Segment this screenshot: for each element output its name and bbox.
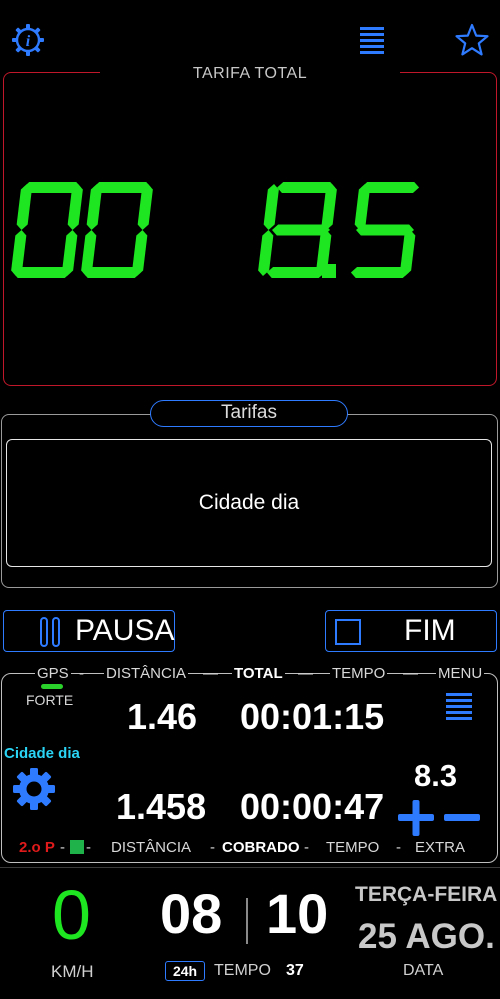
gps-label: GPS bbox=[35, 665, 71, 682]
fare-digit-1-seg-f bbox=[86, 184, 102, 230]
fare-digit-4-seg-d bbox=[266, 267, 325, 278]
top-dash-4: — bbox=[403, 665, 418, 682]
second-p-indicator bbox=[70, 840, 84, 854]
fare-digit-4-seg-g bbox=[272, 224, 330, 236]
date: 25 AGO. bbox=[358, 917, 495, 956]
gps-signal-bar bbox=[41, 684, 63, 689]
extra-label: EXTRA bbox=[413, 839, 468, 856]
end-button[interactable]: FIM bbox=[325, 610, 497, 652]
fare-digit-6-seg-f bbox=[354, 184, 370, 230]
star-icon[interactable] bbox=[454, 22, 490, 58]
bottom-time-label: TEMPO bbox=[324, 839, 382, 856]
fare-display bbox=[11, 182, 420, 278]
clock-hour: 08 bbox=[160, 882, 223, 945]
time-label: TEMPO bbox=[214, 962, 271, 979]
fare-decimal-point bbox=[322, 264, 336, 278]
total-label: TOTAL bbox=[232, 665, 285, 682]
clock-separator bbox=[246, 898, 248, 944]
total-distance: 1.46 bbox=[127, 696, 198, 737]
stop-icon bbox=[335, 619, 361, 645]
tariff-name: Cidade dia bbox=[4, 745, 80, 762]
svg-text:i: i bbox=[26, 33, 31, 50]
speed-value: 0 bbox=[52, 876, 91, 954]
settings-gear-icon[interactable] bbox=[12, 767, 56, 811]
weekday: TERÇA-FEIRA bbox=[355, 883, 498, 906]
tariff-selector[interactable]: Cidade dia bbox=[6, 439, 492, 567]
minus-icon[interactable] bbox=[444, 800, 480, 836]
tariffs-title: Tarifas bbox=[150, 400, 348, 427]
stats-menu-icon[interactable] bbox=[446, 692, 472, 722]
bottom-distance-label: DISTÂNCIA bbox=[109, 839, 194, 856]
info-gear-icon[interactable]: i bbox=[10, 22, 46, 58]
pause-icon bbox=[40, 617, 60, 647]
time-format-badge[interactable]: 24h bbox=[165, 961, 205, 981]
total-time: 00:01:15 bbox=[240, 696, 385, 737]
bottom-dash-1b: - bbox=[86, 839, 91, 856]
top-distance-label: DISTÂNCIA bbox=[104, 665, 189, 682]
bottom-dash-3: - bbox=[304, 839, 309, 856]
top-dash-1: - bbox=[79, 665, 84, 682]
charged-label: COBRADO bbox=[220, 839, 302, 856]
footer-divider bbox=[0, 867, 500, 868]
pause-button[interactable]: PAUSA bbox=[3, 610, 175, 652]
charged-distance: 1.458 bbox=[116, 786, 207, 827]
clock-seconds: 37 bbox=[286, 962, 304, 979]
menu-label: MENU bbox=[436, 665, 485, 682]
top-dash-3: — bbox=[298, 665, 313, 682]
bottom-dash-2: - bbox=[210, 839, 215, 856]
second-p-label: 2.o P bbox=[17, 839, 57, 856]
menu-icon[interactable] bbox=[360, 26, 384, 56]
fare-digit-0-seg-f bbox=[16, 184, 32, 230]
charged-time: 00:00:47 bbox=[240, 786, 385, 827]
extra-value: 8.3 bbox=[414, 758, 458, 793]
fare-digit-6-seg-g bbox=[356, 224, 414, 236]
bottom-dash-1: - bbox=[60, 839, 65, 856]
clock-minute: 10 bbox=[266, 882, 329, 945]
fare-digit-6-seg-a bbox=[361, 182, 420, 193]
fare-digit-6-seg-d bbox=[350, 267, 409, 278]
gps-strength: FORTE bbox=[26, 692, 74, 708]
top-dash-2: — bbox=[203, 665, 218, 682]
fare-title: TARIFA TOTAL bbox=[192, 65, 308, 82]
pause-label: PAUSA bbox=[75, 614, 175, 647]
fare-digit-3-seg-b bbox=[263, 184, 279, 230]
top-time-label: TEMPO bbox=[330, 665, 388, 682]
end-label: FIM bbox=[404, 614, 456, 647]
tariff-selected: Cidade dia bbox=[198, 491, 300, 514]
plus-icon[interactable] bbox=[398, 800, 434, 836]
date-label: DATA bbox=[403, 962, 444, 979]
speed-unit: KM/H bbox=[51, 962, 94, 981]
bottom-dash-4: - bbox=[396, 839, 401, 856]
